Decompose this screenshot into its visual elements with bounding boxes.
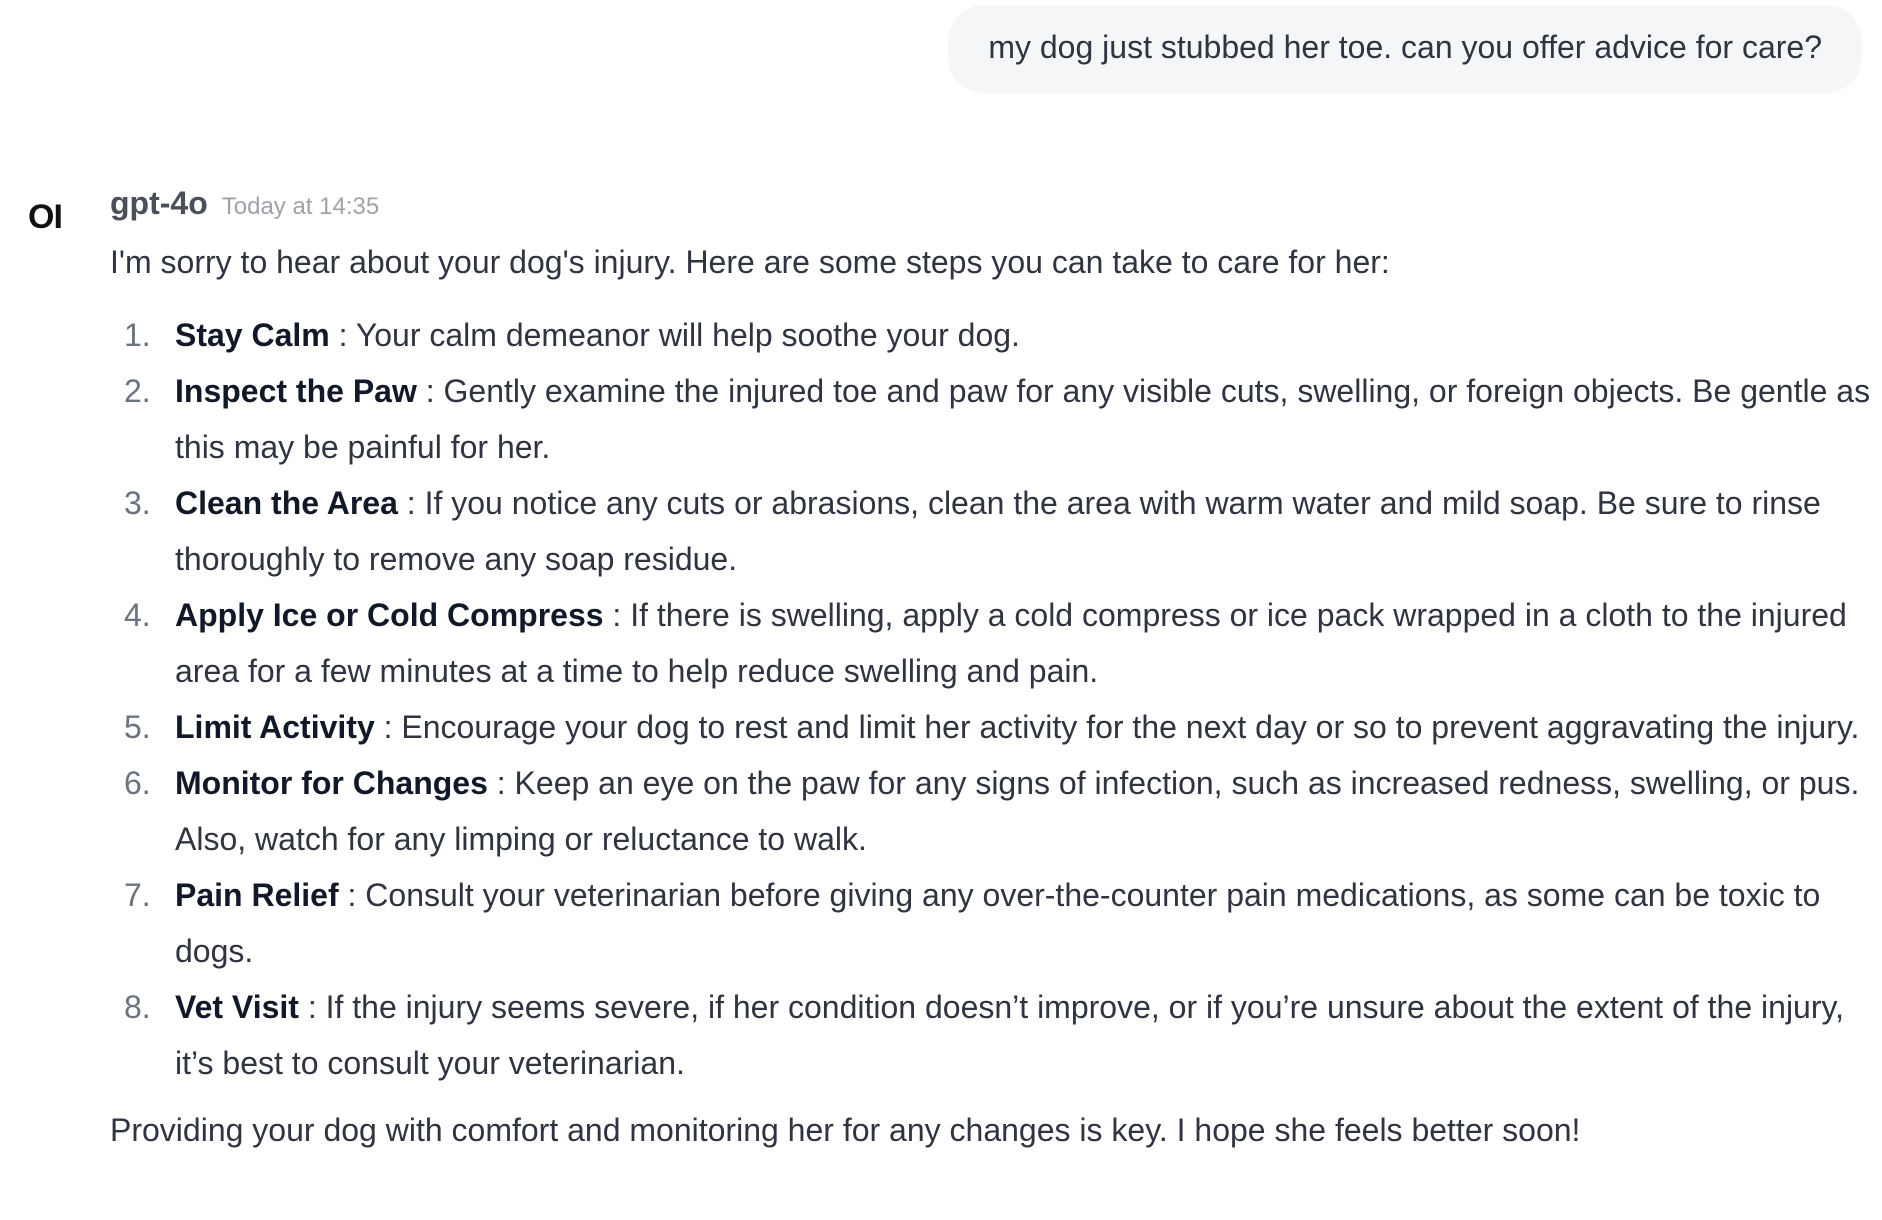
list-item-text: : Encourage your dog to rest and limit h… (374, 709, 1860, 745)
list-item-title: Inspect the Paw (175, 373, 417, 409)
response-outro: Providing your dog with comfort and moni… (110, 1112, 1581, 1148)
list-item-title: Monitor for Changes (175, 765, 488, 801)
list-item-title: Limit Activity (175, 709, 375, 745)
list-item-text: : If the injury seems severe, if her con… (175, 989, 1845, 1081)
message-meta: gpt-4o Today at 14:35 (110, 185, 1880, 229)
list-item-number: 3. (124, 485, 151, 521)
list-item: 1. Stay Calm : Your calm demeanor will he… (110, 307, 1880, 363)
list-item-text: : Gently examine the injured toe and paw… (175, 373, 1871, 465)
message-timestamp: Today at 14:35 (221, 193, 380, 220)
list-item-number: 2. (124, 373, 151, 409)
list-item-number: 5. (124, 709, 151, 745)
list-item-title: Vet Visit (175, 989, 299, 1025)
user-message-bubble: my dog just stubbed her toe. can you off… (948, 5, 1862, 93)
chat-page: my dog just stubbed her toe. can you off… (0, 0, 1882, 1220)
list-item: 4. Apply Ice or Cold Compress : If there … (110, 587, 1880, 699)
list-item: 7. Pain Relief : Consult your veterinaria… (110, 867, 1880, 979)
list-item: 3. Clean the Area : If you notice any cut… (110, 475, 1880, 587)
list-item-title: Apply Ice or Cold Compress (175, 597, 604, 633)
user-message-row: my dog just stubbed her toe. can you off… (948, 5, 1862, 93)
list-item: 6. Monitor for Changes : Keep an eye on t… (110, 755, 1880, 867)
list-item-number: 8. (124, 989, 151, 1025)
list-item-number: 1. (124, 317, 151, 353)
model-avatar: OI (28, 198, 63, 236)
list-item: 2. Inspect the Paw : Gently examine the i… (110, 363, 1880, 475)
list-item: 5. Limit Activity : Encourage your dog to… (110, 699, 1880, 755)
care-steps-list: 1. Stay Calm : Your calm demeanor will he… (110, 307, 1880, 1091)
list-item-title: Clean the Area (175, 485, 398, 521)
list-item-text: : Consult your veterinarian before givin… (175, 877, 1821, 969)
assistant-message-content: gpt-4o Today at 14:35 I'm sorry to hear … (110, 185, 1880, 1153)
model-name: gpt-4o (110, 185, 208, 221)
list-item-title: Stay Calm (175, 317, 330, 353)
list-item-number: 4. (124, 597, 151, 633)
list-item: 8. Vet Visit : If the injury seems severe… (110, 979, 1880, 1091)
list-item-number: 7. (124, 877, 151, 913)
list-item-text: : Your calm demeanor will help soothe yo… (329, 317, 1020, 353)
list-item-number: 6. (124, 765, 151, 801)
list-item-text: : If you notice any cuts or abrasions, c… (175, 485, 1821, 577)
response-intro: I'm sorry to hear about your dog's injur… (110, 244, 1390, 280)
list-item-title: Pain Relief (175, 877, 339, 913)
